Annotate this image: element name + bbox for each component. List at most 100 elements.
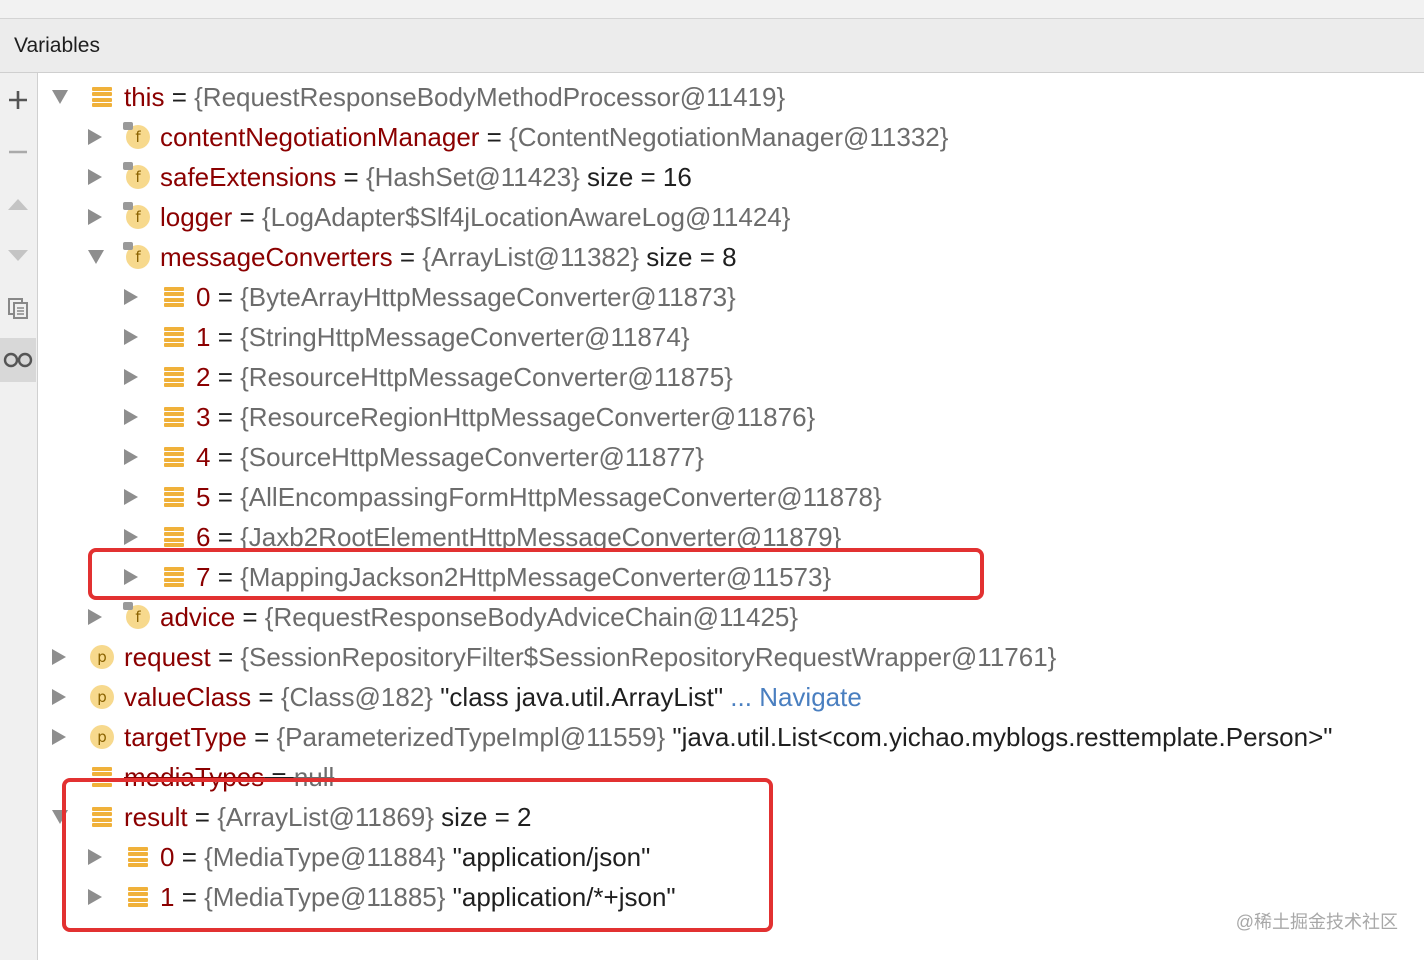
field-icon: f	[123, 242, 150, 269]
variable-value: {MediaType@11885}	[204, 882, 446, 912]
panel-title: Variables	[14, 34, 100, 57]
variable-icon	[162, 565, 186, 589]
tree-row-converter-0[interactable]: 0 = {ByteArrayHttpMessageConverter@11873…	[38, 277, 1424, 317]
variable-name: 0	[160, 842, 175, 872]
expand-toggle[interactable]	[88, 207, 106, 227]
collapse-toggle[interactable]	[52, 87, 70, 107]
triangle-right-icon	[124, 409, 138, 425]
field-icon: f	[123, 122, 150, 149]
expand-toggle[interactable]	[88, 847, 106, 867]
expand-toggle[interactable]	[124, 327, 142, 347]
glasses-icon	[3, 352, 33, 368]
variable-value: {Class@182}	[280, 682, 433, 712]
expand-toggle[interactable]	[88, 167, 106, 187]
tree-row-target-type[interactable]: p targetType = {ParameterizedTypeImpl@11…	[38, 717, 1424, 757]
tree-row-converter-2[interactable]: 2 = {ResourceHttpMessageConverter@11875}	[38, 357, 1424, 397]
variable-name: 1	[160, 882, 175, 912]
plus-icon	[9, 91, 27, 109]
expand-toggle[interactable]	[52, 727, 70, 747]
tree-row-converter-7[interactable]: 7 = {MappingJackson2HttpMessageConverter…	[38, 557, 1424, 597]
variable-value: {MappingJackson2HttpMessageConverter@115…	[240, 562, 832, 592]
expand-toggle[interactable]	[52, 687, 70, 707]
expand-toggle[interactable]	[124, 407, 142, 427]
triangle-right-icon	[52, 649, 66, 665]
navigate-link[interactable]: ... Navigate	[723, 682, 862, 712]
collapse-toggle[interactable]	[52, 807, 70, 827]
arrow-up-icon	[8, 199, 28, 210]
variable-value: {SessionRepositoryFilter$SessionReposito…	[240, 642, 1057, 672]
move-down-button[interactable]	[0, 234, 36, 278]
tree-row-logger[interactable]: f logger = {LogAdapter$Slf4jLocationAwar…	[38, 197, 1424, 237]
variable-value: {ContentNegotiationManager@11332}	[509, 122, 949, 152]
tree-row-converter-5[interactable]: 5 = {AllEncompassingFormHttpMessageConve…	[38, 477, 1424, 517]
variable-name: valueClass	[124, 682, 252, 712]
tree-row-converter-3[interactable]: 3 = {ResourceRegionHttpMessageConverter@…	[38, 397, 1424, 437]
variable-value: {RequestResponseBodyAdviceChain@11425}	[264, 602, 799, 632]
tree-row-result-1[interactable]: 1 = {MediaType@11885} "application/*+jso…	[38, 877, 1424, 917]
move-up-button[interactable]	[0, 182, 36, 226]
variable-name: request	[124, 642, 211, 672]
expand-toggle[interactable]	[124, 527, 142, 547]
variable-value: {ArrayList@11869}	[217, 802, 434, 832]
tree-row-value-class[interactable]: p valueClass = {Class@182} "class java.u…	[38, 677, 1424, 717]
triangle-right-icon	[52, 689, 66, 705]
tree-row-converter-6[interactable]: 6 = {Jaxb2RootElementHttpMessageConverte…	[38, 517, 1424, 557]
show-watches-toggle[interactable]	[0, 338, 36, 382]
variable-name: logger	[160, 202, 233, 232]
parameter-icon: p	[90, 725, 114, 749]
triangle-right-icon	[124, 569, 138, 585]
triangle-right-icon	[124, 329, 138, 345]
variable-icon	[162, 405, 186, 429]
tree-row-result[interactable]: result = {ArrayList@11869} size = 2	[38, 797, 1424, 837]
remove-watch-button[interactable]	[0, 130, 36, 174]
triangle-down-icon	[52, 810, 68, 824]
triangle-down-icon	[52, 90, 68, 104]
triangle-right-icon	[124, 489, 138, 505]
copy-button[interactable]	[0, 286, 36, 330]
expand-toggle[interactable]	[88, 127, 106, 147]
variable-value: {SourceHttpMessageConverter@11877}	[240, 442, 704, 472]
tree-row-advice[interactable]: f advice = {RequestResponseBodyAdviceCha…	[38, 597, 1424, 637]
variable-name: safeExtensions	[160, 162, 337, 192]
triangle-right-icon	[88, 609, 102, 625]
variable-icon	[126, 845, 150, 869]
tree-row-result-0[interactable]: 0 = {MediaType@11884} "application/json"	[38, 837, 1424, 877]
variable-value: {ParameterizedTypeImpl@11559}	[276, 722, 666, 752]
expand-toggle[interactable]	[124, 447, 142, 467]
variable-name: 7	[196, 562, 211, 592]
tree-row-converter-1[interactable]: 1 = {StringHttpMessageConverter@11874}	[38, 317, 1424, 357]
copy-icon	[8, 298, 28, 319]
expand-toggle[interactable]	[124, 287, 142, 307]
lock-icon	[123, 202, 133, 210]
expand-toggle[interactable]	[124, 487, 142, 507]
variable-value: {StringHttpMessageConverter@11874}	[240, 322, 690, 352]
tree-row-converter-4[interactable]: 4 = {SourceHttpMessageConverter@11877}	[38, 437, 1424, 477]
string-value: "application/json"	[445, 842, 651, 872]
variable-icon	[162, 285, 186, 309]
field-icon: f	[123, 602, 150, 629]
variable-name: this	[124, 82, 165, 112]
expand-toggle[interactable]	[88, 607, 106, 627]
variable-name: mediaTypes	[124, 762, 265, 792]
triangle-right-icon	[88, 169, 102, 185]
variable-value: {ArrayList@11382}	[422, 242, 640, 272]
add-watch-button[interactable]	[0, 78, 36, 122]
tree-row-content-negotiation-manager[interactable]: f contentNegotiationManager = {ContentNe…	[38, 117, 1424, 157]
variable-name: 5	[196, 482, 211, 512]
variable-icon	[162, 525, 186, 549]
expand-toggle[interactable]	[124, 567, 142, 587]
tree-row-media-types[interactable]: mediaTypes = null	[38, 757, 1424, 797]
variable-value: {AllEncompassingFormHttpMessageConverter…	[240, 482, 882, 512]
expand-toggle[interactable]	[52, 647, 70, 667]
tree-row-safe-extensions[interactable]: f safeExtensions = {HashSet@11423} size …	[38, 157, 1424, 197]
expand-toggle[interactable]	[124, 367, 142, 387]
expand-toggle[interactable]	[88, 887, 106, 907]
tree-row-this[interactable]: this = {RequestResponseBodyMethodProcess…	[38, 77, 1424, 117]
tree-row-message-converters[interactable]: f messageConverters = {ArrayList@11382} …	[38, 237, 1424, 277]
size-info: size = 8	[639, 242, 737, 272]
variable-value: {ResourceRegionHttpMessageConverter@1187…	[240, 402, 816, 432]
triangle-right-icon	[124, 289, 138, 305]
tree-row-request[interactable]: p request = {SessionRepositoryFilter$Ses…	[38, 637, 1424, 677]
variable-icon	[162, 365, 186, 389]
collapse-toggle[interactable]	[88, 247, 106, 267]
